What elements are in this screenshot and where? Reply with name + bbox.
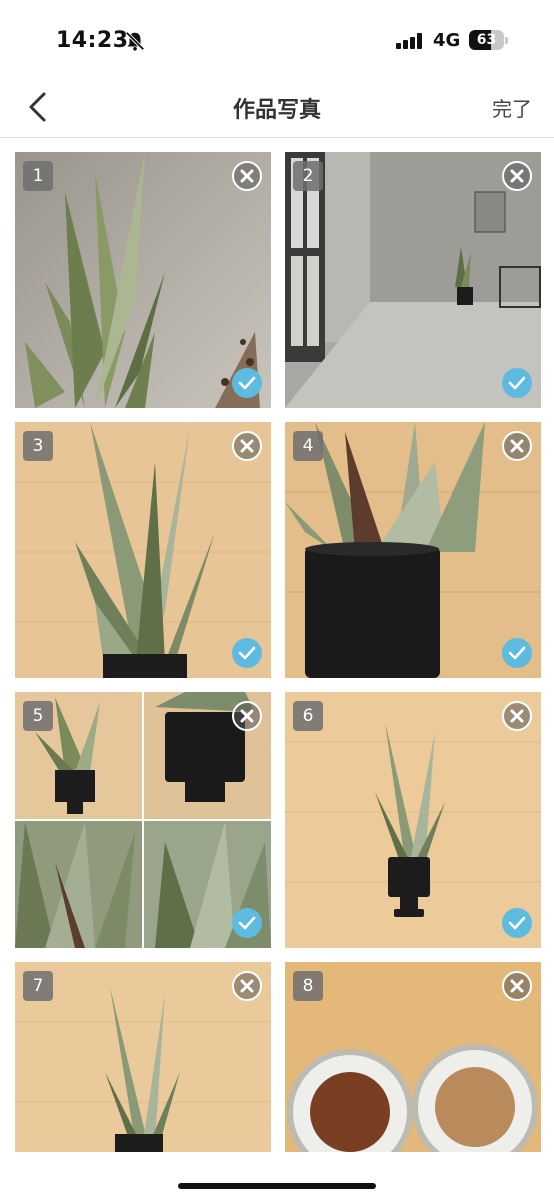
photo-number-badge: 3: [23, 431, 53, 461]
check-icon: [508, 916, 526, 930]
done-button[interactable]: 完了: [492, 93, 532, 122]
check-icon: [508, 376, 526, 390]
signal-icon: [396, 33, 424, 49]
close-icon: [240, 709, 254, 723]
photo-number-badge: 7: [23, 971, 53, 1001]
selected-check-button[interactable]: [232, 638, 262, 668]
remove-photo-button[interactable]: [502, 701, 532, 731]
remove-photo-button[interactable]: [232, 701, 262, 731]
selected-check-button[interactable]: [502, 908, 532, 938]
photo-tile[interactable]: 5: [15, 692, 271, 948]
selected-check-button[interactable]: [232, 368, 262, 398]
check-icon: [508, 646, 526, 660]
close-icon: [510, 979, 524, 993]
check-icon: [238, 916, 256, 930]
page-title: 作品写真: [232, 98, 321, 123]
battery-level: 63: [476, 32, 497, 48]
close-icon: [510, 169, 524, 183]
selected-check-button[interactable]: [502, 638, 532, 668]
navigation-bar: 作品写真 完了: [0, 78, 554, 138]
close-icon: [510, 439, 524, 453]
status-time: 14:23: [56, 28, 129, 53]
photo-tile[interactable]: 1: [15, 152, 271, 408]
bell-muted-icon: [125, 31, 145, 51]
photo-number-badge: 2: [293, 161, 323, 191]
photo-tile[interactable]: 6: [285, 692, 541, 948]
photo-number-badge: 8: [293, 971, 323, 1001]
selected-check-button[interactable]: [502, 368, 532, 398]
photo-tile[interactable]: 3: [15, 422, 271, 678]
close-icon: [510, 709, 524, 723]
remove-photo-button[interactable]: [502, 431, 532, 461]
check-icon: [238, 376, 256, 390]
close-icon: [240, 169, 254, 183]
remove-photo-button[interactable]: [502, 971, 532, 1001]
photo-number-badge: 5: [23, 701, 53, 731]
photo-tile[interactable]: 4: [285, 422, 541, 678]
remove-photo-button[interactable]: [232, 161, 262, 191]
photo-tile[interactable]: 7: [15, 962, 271, 1152]
photo-number-badge: 6: [293, 701, 323, 731]
home-indicator: [178, 1183, 376, 1189]
status-bar: 14:23 4G 63: [0, 0, 554, 78]
photo-tile[interactable]: 2: [285, 152, 541, 408]
photo-number-badge: 1: [23, 161, 53, 191]
remove-photo-button[interactable]: [232, 971, 262, 1001]
battery-icon: 63: [469, 30, 509, 50]
selected-check-button[interactable]: [232, 908, 262, 938]
close-icon: [240, 439, 254, 453]
photo-number-badge: 4: [293, 431, 323, 461]
network-label: 4G: [433, 30, 461, 51]
photo-tile[interactable]: 8: [285, 962, 541, 1152]
remove-photo-button[interactable]: [232, 431, 262, 461]
remove-photo-button[interactable]: [502, 161, 532, 191]
check-icon: [238, 646, 256, 660]
close-icon: [240, 979, 254, 993]
